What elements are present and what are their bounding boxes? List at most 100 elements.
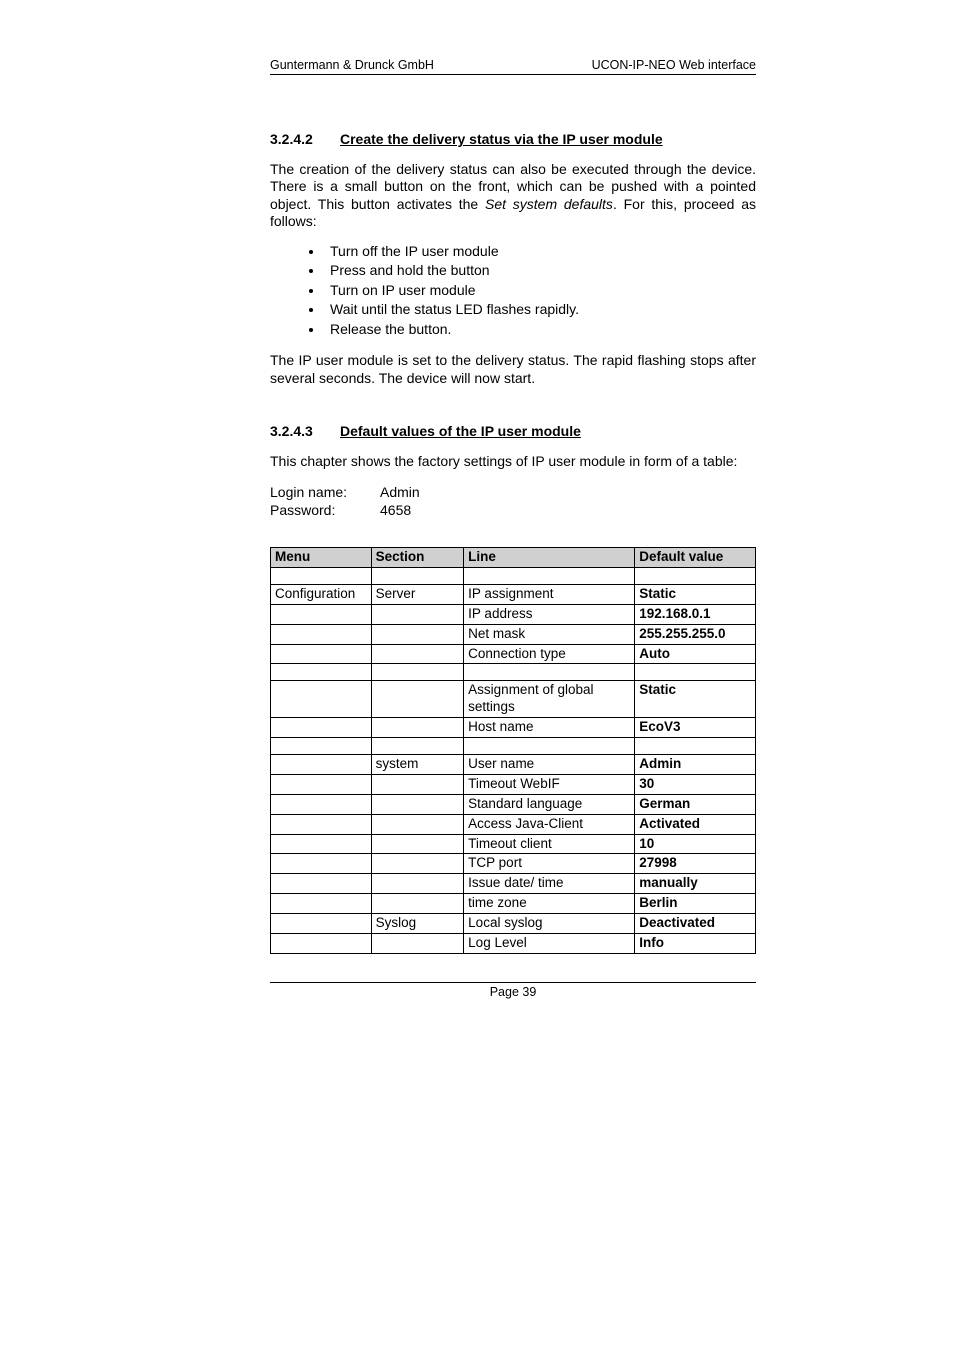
table-cell-section: Server — [371, 584, 464, 604]
table-cell-menu — [271, 644, 372, 664]
table-row: SyslogLocal syslogDeactivated — [271, 914, 756, 934]
table-cell-section — [371, 774, 464, 794]
table-cell-line: Access Java-Client — [464, 814, 635, 834]
table-row — [271, 567, 756, 584]
text-emphasis: Set system defaults — [485, 196, 613, 212]
list-item: Turn on IP user module — [324, 282, 756, 300]
table-cell-line: Timeout client — [464, 834, 635, 854]
table-cell-section — [371, 814, 464, 834]
header-right: UCON-IP-NEO Web interface — [592, 58, 756, 72]
th-menu: Menu — [271, 548, 372, 568]
login-label: Login name: — [270, 484, 380, 502]
th-value: Default value — [635, 548, 756, 568]
table-cell-value: manually — [635, 874, 756, 894]
table-cell-section — [371, 933, 464, 953]
table-cell-menu — [271, 894, 372, 914]
table-cell-line: User name — [464, 755, 635, 775]
table-cell-empty — [371, 567, 464, 584]
table-cell-section — [371, 604, 464, 624]
table-row: Host nameEcoV3 — [271, 718, 756, 738]
table-cell-menu — [271, 681, 372, 718]
table-cell-menu — [271, 718, 372, 738]
table-cell-line: IP address — [464, 604, 635, 624]
table-cell-menu — [271, 604, 372, 624]
table-cell-menu — [271, 774, 372, 794]
table-cell-section — [371, 854, 464, 874]
table-cell-menu — [271, 933, 372, 953]
table-cell-value: 192.168.0.1 — [635, 604, 756, 624]
section-title: Default values of the IP user module — [340, 423, 581, 439]
table-row: Assignment of global settingsStatic — [271, 681, 756, 718]
table-cell-menu — [271, 914, 372, 934]
table-cell-value: German — [635, 794, 756, 814]
defaults-table: Menu Section Line Default value Configur… — [270, 547, 756, 954]
table-row: systemUser nameAdmin — [271, 755, 756, 775]
paragraph: The IP user module is set to the deliver… — [270, 352, 756, 387]
table-cell-empty — [464, 664, 635, 681]
table-cell-empty — [464, 738, 635, 755]
table-cell-value: Activated — [635, 814, 756, 834]
paragraph: The creation of the delivery status can … — [270, 161, 756, 231]
page-header: Guntermann & Drunck GmbH UCON-IP-NEO Web… — [270, 58, 756, 75]
table-cell-line: Local syslog — [464, 914, 635, 934]
password-value: 4658 — [380, 502, 420, 520]
list-item: Release the button. — [324, 321, 756, 339]
list-item: Press and hold the button — [324, 262, 756, 280]
section-heading-2: 3.2.4.3Default values of the IP user mod… — [270, 423, 756, 441]
table-cell-value: Admin — [635, 755, 756, 775]
credentials: Login name: Password: Admin 4658 — [270, 484, 756, 519]
table-cell-empty — [371, 738, 464, 755]
table-cell-value: EcoV3 — [635, 718, 756, 738]
page-footer: Page 39 — [270, 982, 756, 1001]
section-number: 3.2.4.3 — [270, 423, 340, 441]
table-cell-value: Static — [635, 584, 756, 604]
page: Guntermann & Drunck GmbH UCON-IP-NEO Web… — [0, 0, 954, 1350]
table-cell-empty — [271, 664, 372, 681]
th-section: Section — [371, 548, 464, 568]
section-number: 3.2.4.2 — [270, 131, 340, 149]
table-cell-empty — [371, 664, 464, 681]
table-cell-section — [371, 874, 464, 894]
table-cell-line: Assignment of global settings — [464, 681, 635, 718]
table-cell-line: IP assignment — [464, 584, 635, 604]
table-row — [271, 664, 756, 681]
table-cell-empty — [271, 738, 372, 755]
table-cell-value: 255.255.255.0 — [635, 624, 756, 644]
table-cell-empty — [635, 567, 756, 584]
table-row — [271, 738, 756, 755]
section-heading-1: 3.2.4.2Create the delivery status via th… — [270, 131, 756, 149]
table-cell-empty — [635, 664, 756, 681]
table-cell-menu — [271, 814, 372, 834]
table-cell-line: Issue date/ time — [464, 874, 635, 894]
section-title: Create the delivery status via the IP us… — [340, 131, 663, 147]
bullet-list: Turn off the IP user module Press and ho… — [270, 243, 756, 339]
table-cell-line: Host name — [464, 718, 635, 738]
table-cell-value: Static — [635, 681, 756, 718]
table-cell-value: 10 — [635, 834, 756, 854]
table-row: Connection typeAuto — [271, 644, 756, 664]
table-cell-line: Log Level — [464, 933, 635, 953]
table-row: Log LevelInfo — [271, 933, 756, 953]
table-cell-value: Berlin — [635, 894, 756, 914]
table-row: IP address192.168.0.1 — [271, 604, 756, 624]
table-cell-line: Timeout WebIF — [464, 774, 635, 794]
table-cell-line: time zone — [464, 894, 635, 914]
table-cell-menu — [271, 624, 372, 644]
table-cell-menu: Configuration — [271, 584, 372, 604]
table-row: Standard languageGerman — [271, 794, 756, 814]
table-row: Timeout WebIF30 — [271, 774, 756, 794]
list-item: Turn off the IP user module — [324, 243, 756, 261]
table-cell-line: TCP port — [464, 854, 635, 874]
table-cell-line: Net mask — [464, 624, 635, 644]
table-row: time zoneBerlin — [271, 894, 756, 914]
table-cell-value: 30 — [635, 774, 756, 794]
table-cell-empty — [635, 738, 756, 755]
table-cell-section — [371, 718, 464, 738]
header-left: Guntermann & Drunck GmbH — [270, 58, 434, 72]
table-cell-line: Connection type — [464, 644, 635, 664]
table-cell-value: Auto — [635, 644, 756, 664]
page-content: 3.2.4.2Create the delivery status via th… — [270, 75, 756, 1000]
table-row: ConfigurationServerIP assignmentStatic — [271, 584, 756, 604]
table-row: TCP port27998 — [271, 854, 756, 874]
table-cell-section — [371, 624, 464, 644]
